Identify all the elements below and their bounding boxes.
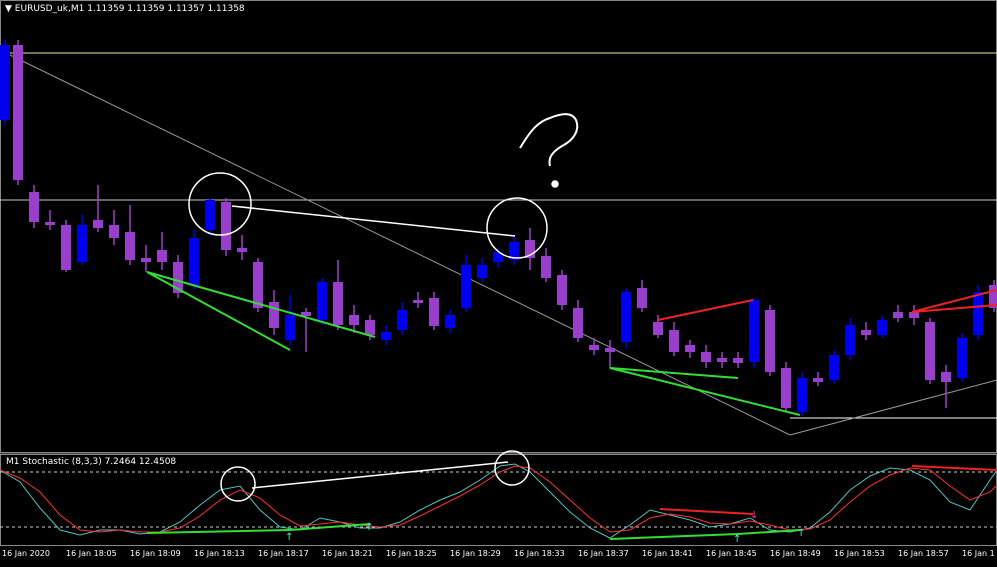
bullish-candle xyxy=(845,325,855,355)
bearish-candle xyxy=(893,312,903,318)
bullish-candle xyxy=(205,200,215,230)
bullish-candle xyxy=(317,282,327,320)
main-chart-border xyxy=(0,0,997,453)
bullish-candle xyxy=(77,225,87,262)
bearish-candle xyxy=(909,312,919,318)
bearish-candle xyxy=(221,202,231,250)
bearish-candle xyxy=(141,258,151,262)
stochastic-levels xyxy=(0,471,997,528)
time-tick-label: 16 Jan 18:33 xyxy=(514,549,565,558)
time-tick-label: 16 Jan 18:29 xyxy=(450,549,501,558)
bullish-candle xyxy=(0,45,10,120)
bearish-candle xyxy=(333,282,343,325)
time-tick-label: 16 Jan 18:41 xyxy=(642,549,693,558)
bearish-candle xyxy=(781,368,791,408)
bearish-candle xyxy=(365,320,375,335)
symbol-label: EURUSD_uk,M1 xyxy=(14,4,85,14)
bullish-candle xyxy=(285,315,295,340)
bearish-candle xyxy=(637,288,647,308)
bullish-candle xyxy=(397,310,407,330)
bearish-candle xyxy=(573,308,583,338)
menu-triangle-icon[interactable]: ▼ xyxy=(5,4,12,14)
question-mark-icon xyxy=(519,113,579,167)
time-tick-label: 16 Jan 18:09 xyxy=(130,549,181,558)
candlesticks xyxy=(0,40,997,416)
bearish-candle xyxy=(701,352,711,362)
time-tick-label: 16 Jan 18:05 xyxy=(66,549,117,558)
stochastic-signal-line xyxy=(0,465,997,533)
bullish-candle xyxy=(877,320,887,335)
stochastic-resistance-lines[interactable] xyxy=(659,465,997,515)
bullish-candle xyxy=(797,378,807,412)
time-tick-label: 16 Jan 18:45 xyxy=(706,549,757,558)
bullish-candle xyxy=(381,332,391,340)
time-tick-label: 16 Jan 18:13 xyxy=(194,549,245,558)
chart-header: ▼ EURUSD_uk,M1 1.11359 1.11359 1.11357 1… xyxy=(5,4,245,14)
bearish-candle xyxy=(941,372,951,382)
bearish-candle xyxy=(717,358,727,362)
time-tick-label: 16 Jan 18:21 xyxy=(322,549,373,558)
bearish-candle xyxy=(541,256,551,278)
time-tick-label: 16 Jan 18:17 xyxy=(258,549,309,558)
bullish-candle xyxy=(621,292,631,342)
annotation-circle-left xyxy=(188,172,252,236)
time-tick-label: 16 Jan 18:49 xyxy=(770,549,821,558)
bearish-candle xyxy=(765,310,775,372)
bullish-candle xyxy=(445,315,455,328)
stochastic-annotations xyxy=(220,450,530,502)
svg-text:↑: ↑ xyxy=(365,522,373,533)
bearish-candle xyxy=(925,322,935,380)
bullish-candle xyxy=(829,355,839,380)
bearish-candle xyxy=(605,348,615,352)
bearish-candle xyxy=(109,225,119,238)
bearish-candle xyxy=(733,358,743,363)
bearish-candle xyxy=(669,330,679,352)
ohlc-values: 1.11359 1.11359 1.11357 1.11358 xyxy=(87,4,245,14)
bullish-candle xyxy=(477,265,487,278)
bearish-candle xyxy=(93,220,103,228)
bullish-candle xyxy=(461,265,471,308)
stochastic-support-lines[interactable] xyxy=(146,523,801,540)
bearish-candle xyxy=(589,345,599,350)
svg-text:↓: ↓ xyxy=(750,510,758,521)
bearish-candle xyxy=(653,322,663,335)
support-lines[interactable] xyxy=(146,271,801,416)
indicator-label: M1 Stochastic (8,3,3) 7.2464 12.4508 xyxy=(6,457,177,467)
bearish-candle xyxy=(269,302,279,328)
bearish-candle xyxy=(45,222,55,225)
time-tick-label: 16 Jan 18:53 xyxy=(834,549,885,558)
svg-text:↑: ↑ xyxy=(733,534,741,545)
bearish-candle xyxy=(413,300,423,303)
bearish-candle xyxy=(61,225,71,270)
bearish-candle xyxy=(685,345,695,352)
time-tick-label: 16 Jan 18:37 xyxy=(578,549,629,558)
time-tick-label: 16 Jan 2020 xyxy=(2,549,50,558)
bearish-candle xyxy=(861,330,871,335)
bearish-candle xyxy=(29,192,39,222)
bullish-candle xyxy=(957,338,967,378)
bearish-candle xyxy=(349,315,359,325)
bearish-candle xyxy=(157,250,167,262)
bullish-candle xyxy=(189,238,199,285)
bearish-candle xyxy=(429,298,439,326)
time-tick-label: 16 Jan 18:57 xyxy=(898,549,949,558)
bearish-candle xyxy=(125,232,135,260)
annotation-connector xyxy=(231,205,516,237)
bearish-candle xyxy=(13,45,23,180)
bullish-candle xyxy=(973,292,983,335)
svg-text:↑: ↑ xyxy=(797,528,805,539)
bearish-candle xyxy=(557,275,567,305)
time-tick-label: 16 Jan 1 xyxy=(962,549,995,558)
svg-text:↑: ↑ xyxy=(285,532,293,543)
bearish-candle xyxy=(813,378,823,382)
resistance-lines[interactable] xyxy=(657,289,997,321)
bearish-candle xyxy=(253,262,263,308)
trendline-up[interactable] xyxy=(789,379,997,436)
bullish-candle xyxy=(749,300,759,362)
price-chart[interactable]: ↑ ↑ ↑ ↑ ↓ xyxy=(0,0,997,567)
bearish-candle xyxy=(237,248,247,252)
time-tick-label: 16 Jan 18:25 xyxy=(386,549,437,558)
